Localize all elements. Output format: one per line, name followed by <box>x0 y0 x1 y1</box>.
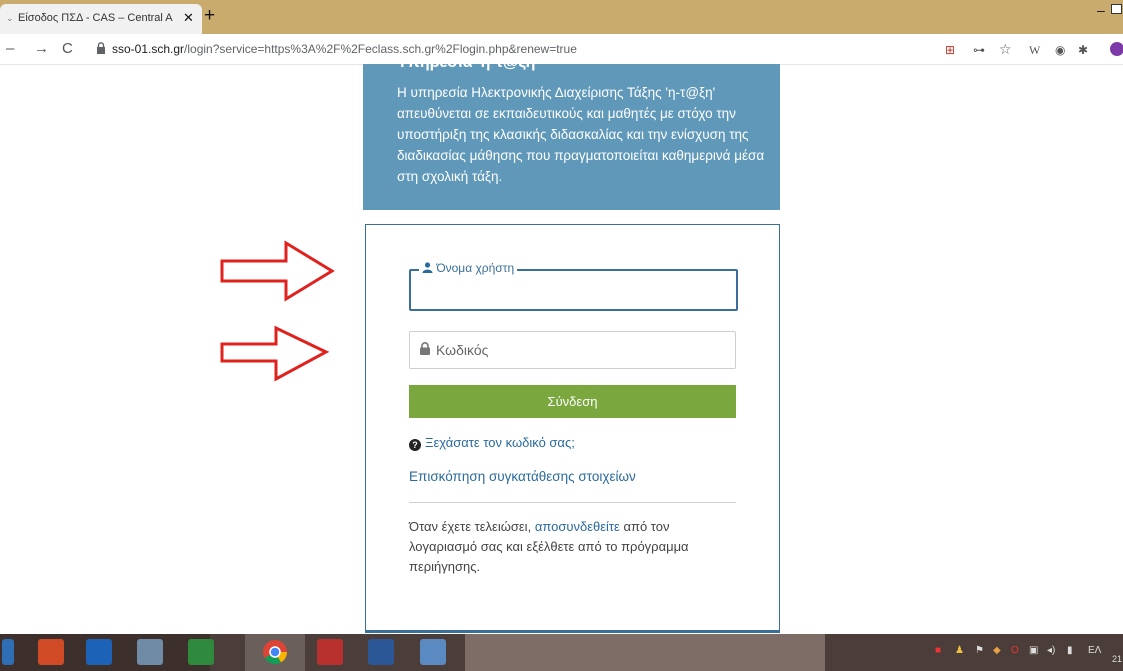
tray-app-icon[interactable]: ◆ <box>993 645 1001 656</box>
minimize-window-icon[interactable]: – <box>1097 2 1105 18</box>
service-description: Η υπηρεσία Ηλεκτρονικής Διαχείρισης Τάξη… <box>397 85 765 184</box>
translate-icon[interactable]: ⊞ <box>945 43 955 57</box>
taskbar-background <box>465 634 825 671</box>
consent-review-link[interactable]: Επισκόπηση συγκατάθεσης στοιχείων <box>409 469 636 484</box>
word-icon[interactable] <box>368 639 394 665</box>
tray-flag-icon[interactable]: ⚑ <box>975 645 984 656</box>
forgot-password-link[interactable]: ? Ξεχάσατε τον κωδικό σας; <box>409 435 575 451</box>
service-info-panel: Υπηρεσία 'η-τ@ξη' Η υπηρεσία Ηλεκτρονική… <box>363 64 780 210</box>
chrome-taskbar-button[interactable] <box>245 634 305 671</box>
excel-icon[interactable] <box>188 639 214 665</box>
address-bar[interactable]: sso-01.sch.gr/login?service=https%3A%2F%… <box>91 37 936 61</box>
new-tab-icon[interactable]: + <box>204 6 215 26</box>
powerpoint-icon[interactable] <box>38 639 64 665</box>
language-indicator[interactable]: ΕΛ <box>1088 645 1101 656</box>
username-label: Όνομα χρήστη <box>436 261 515 275</box>
service-title: Υπηρεσία 'η-τ@ξη' <box>397 64 539 72</box>
windows-taskbar: ■ ♟ ⚑ ◆ O ▣ ◂) ▮ ΕΛ 21 <box>0 634 1123 671</box>
tray-people-icon[interactable]: ♟ <box>955 645 964 656</box>
password-key-icon[interactable]: ⊶ <box>973 43 985 57</box>
annotation-arrow-password <box>220 325 330 382</box>
forward-arrow-icon[interactable]: → <box>34 40 49 57</box>
back-arrow-icon[interactable]: – <box>6 40 14 57</box>
bookmark-star-icon[interactable]: ☆ <box>999 41 1012 58</box>
extension-w-icon[interactable]: W <box>1029 43 1040 58</box>
calculator-icon[interactable] <box>137 639 163 665</box>
login-form: Όνομα χρήστη Κωδικός Σύνδεση ? Ξεχάσατε τ… <box>365 224 780 633</box>
tab-strip: ⌄ Είσοδος ΠΣΔ - CAS – Central Aut ✕ + – <box>0 0 1123 34</box>
reload-icon[interactable]: C <box>62 40 73 57</box>
browser-tab-active[interactable]: ⌄ Είσοδος ΠΣΔ - CAS – Central Aut ✕ <box>0 4 202 34</box>
clock[interactable]: 21 <box>1112 654 1122 664</box>
divider <box>409 502 736 503</box>
tray-battery-icon[interactable]: ▮ <box>1067 645 1073 656</box>
chrome-icon <box>263 640 287 665</box>
downloader-icon[interactable] <box>317 639 343 665</box>
tray-record-icon[interactable]: ■ <box>935 645 941 656</box>
user-icon <box>422 262 433 273</box>
paint-icon[interactable] <box>420 639 446 665</box>
extension-circle-icon[interactable]: ◉ <box>1055 43 1065 57</box>
tray-network-icon[interactable]: ▣ <box>1029 645 1038 656</box>
browser-toolbar: – → C sso-01.sch.gr/login?service=https%… <box>0 34 1123 65</box>
login-button[interactable]: Σύνδεση <box>409 385 736 418</box>
annotation-arrow-username <box>220 240 335 302</box>
security-shield-icon[interactable] <box>86 639 112 665</box>
extensions-puzzle-icon[interactable]: ✱ <box>1078 43 1088 57</box>
maximize-window-icon[interactable] <box>1111 4 1122 14</box>
question-circle-icon: ? <box>409 439 421 451</box>
username-field[interactable]: Όνομα χρήστη <box>409 261 738 311</box>
tray-opera-icon[interactable]: O <box>1011 645 1019 656</box>
logout-link[interactable]: αποσυνδεθείτε <box>535 519 620 534</box>
tray-volume-icon[interactable]: ◂) <box>1047 645 1055 656</box>
url-text[interactable]: sso-01.sch.gr/login?service=https%3A%2F%… <box>112 42 577 56</box>
password-placeholder: Κωδικός <box>436 342 489 358</box>
site-favicon-icon: ⌄ <box>6 13 14 23</box>
profile-avatar[interactable] <box>1110 42 1123 56</box>
username-legend: Όνομα χρήστη <box>419 261 518 275</box>
start-icon[interactable] <box>2 639 14 665</box>
close-tab-icon[interactable]: ✕ <box>183 10 194 26</box>
tab-title: Είσοδος ΠΣΔ - CAS – Central Aut <box>18 12 173 24</box>
secure-lock-icon <box>97 42 105 54</box>
lock-icon <box>420 342 430 355</box>
logout-note: Όταν έχετε τελειώσει, αποσυνδεθείτε από … <box>409 519 689 574</box>
password-field[interactable]: Κωδικός <box>409 331 736 369</box>
forgot-password-text[interactable]: Ξεχάσατε τον κωδικό σας; <box>425 435 575 450</box>
